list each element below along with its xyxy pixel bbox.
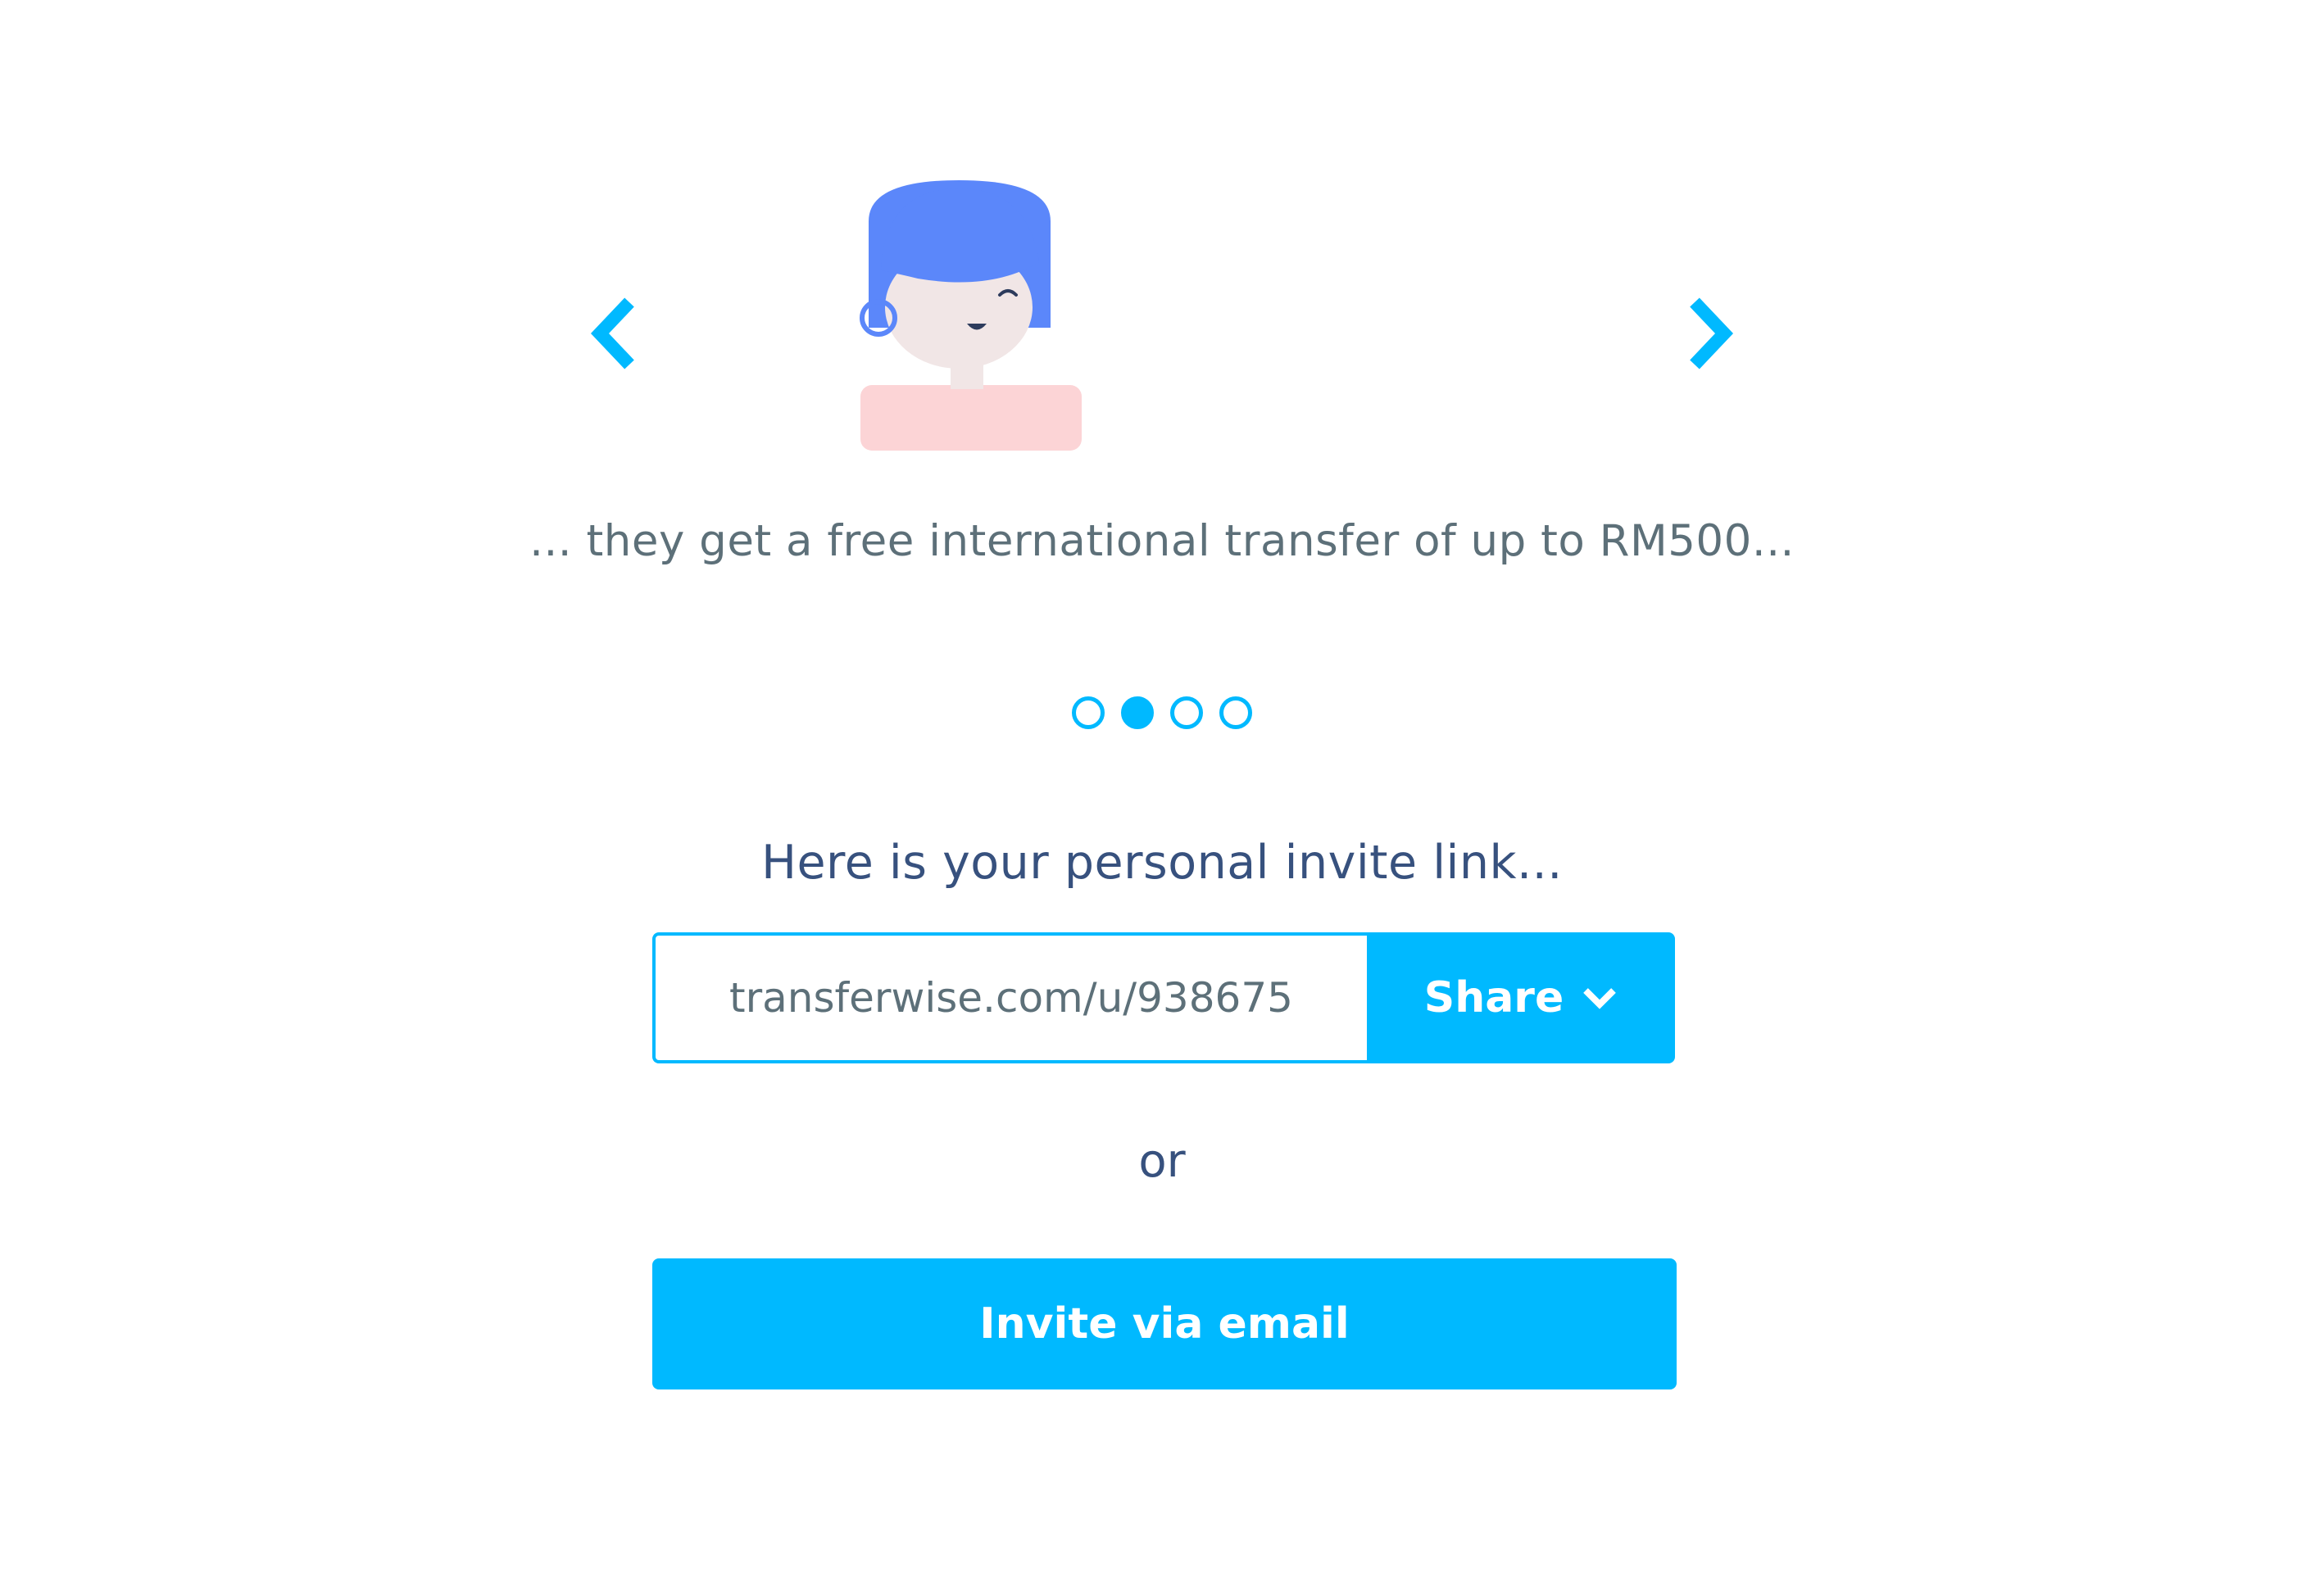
carousel-dot-1[interactable] (1072, 696, 1105, 729)
share-button-label: Share (1423, 973, 1564, 1022)
carousel: ... they get a free international transf… (0, 0, 2324, 729)
invite-link-group: Share (652, 932, 1675, 1063)
invite-heading: Here is your personal invite link... (761, 836, 1563, 890)
carousel-dot-3[interactable] (1170, 696, 1203, 729)
carousel-prev-button[interactable] (579, 288, 652, 379)
carousel-dot-4[interactable] (1219, 696, 1252, 729)
invite-link-field[interactable] (652, 932, 1367, 1063)
chevron-left-icon (590, 297, 634, 369)
share-button[interactable]: Share (1367, 932, 1675, 1063)
person-illustration (860, 180, 1082, 451)
carousel-caption: ... they get a free international transf… (529, 516, 1795, 566)
chevron-down-icon (1583, 988, 1617, 1009)
invite-page: ... they get a free international transf… (0, 0, 2324, 1573)
invite-via-email-button[interactable]: Invite via email (652, 1258, 1677, 1389)
carousel-dot-2[interactable] (1121, 696, 1154, 729)
or-separator: or (1138, 1135, 1186, 1188)
carousel-next-button[interactable] (1672, 288, 1745, 379)
carousel-pagination (0, 696, 2324, 729)
chevron-right-icon (1690, 297, 1734, 369)
